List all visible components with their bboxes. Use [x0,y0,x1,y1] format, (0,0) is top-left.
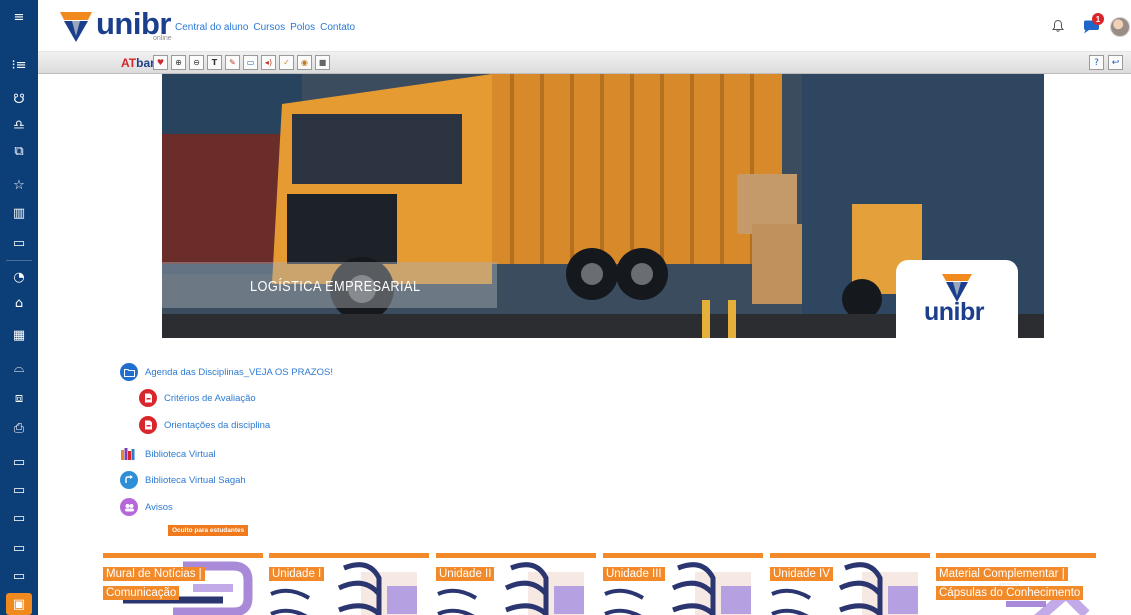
tile-label: Unidade I [269,564,325,583]
top-navigation: Central do aluno Cursos Polos Contato [175,22,355,33]
nav-polos[interactable]: Polos [290,22,315,33]
atbar-logo: ATbar [121,56,155,70]
users-icon[interactable]: ☋ [0,86,38,112]
bell-icon[interactable] [1051,19,1065,33]
folder-icon[interactable]: ▭ [0,505,38,531]
app-window: ≡ ⁝≡ ☋ ♎ ⧉ ☆ ▥ ▭ ◔ ⌂ ▦ ⌓ ⧈ ⎙ ▭ ▭ ▭ ▭ ▭ ▣… [0,0,1131,615]
top-bar: unibr online Central do aluno Cursos Pol… [38,0,1131,52]
list-item-biblioteca-virtual[interactable]: Biblioteca Virtual [120,445,216,463]
layers-icon[interactable]: ⧉ [0,138,38,164]
hidden-from-students-badge: Oculto para estudantes [168,525,249,536]
tile-label: Unidade II [436,564,495,583]
folder-icon[interactable]: ▭ [0,535,38,561]
list-item-biblioteca-sagah[interactable]: Biblioteca Virtual Sagah [120,471,246,489]
list-item-agenda[interactable]: Agenda das Disciplinas_VEJA OS PRAZOS! [120,363,333,381]
pdf-icon [139,389,157,407]
books-icon[interactable]: ⧈ [0,385,38,411]
tile-unidade-4[interactable]: Unidade IV [770,553,930,615]
list-icon[interactable]: ⁝≡ [0,52,38,78]
star-icon[interactable]: ☆ [0,172,38,198]
tile-mural-de-noticias[interactable]: Mural de Notícias | Comunicação [103,553,263,615]
tile-unidade-2[interactable]: Unidade II [436,553,596,615]
menu-icon[interactable]: ≡ [0,4,38,30]
tile-unidade-3[interactable]: Unidade III [603,553,763,615]
books-icon [120,445,138,463]
list-item-criterios[interactable]: Critérios de Avaliação [139,389,256,407]
forum-icon [120,498,138,516]
folder-icon[interactable]: ▭ [0,563,38,589]
folder-icon [120,363,138,381]
help-icon[interactable]: ? [1089,55,1104,70]
sidebar-divider [6,260,32,261]
home-icon[interactable]: ⌂ [0,290,38,316]
book-icon[interactable]: ▥ [0,200,38,226]
banner-title: LOGÍSTICA EMPRESARIAL [250,278,421,295]
unibr-emblem-icon [60,12,92,42]
people-icon[interactable]: ♎ [0,112,38,138]
speech-icon[interactable]: ◂) [261,55,276,70]
list-item-label[interactable]: Critérios de Avaliação [164,393,256,404]
banner-logo-wordmark: unibr [924,298,985,326]
tile-unidade-1[interactable]: Unidade I [269,553,429,615]
list-item-label[interactable]: Biblioteca Virtual Sagah [145,475,246,486]
chat-badge: 1 [1092,13,1104,25]
left-sidebar: ≡ ⁝≡ ☋ ♎ ⧉ ☆ ▥ ▭ ◔ ⌂ ▦ ⌓ ⧈ ⎙ ▭ ▭ ▭ ▭ ▭ ▣ [0,0,38,615]
list-item-orientacoes[interactable]: Orientações da disciplina [139,416,270,434]
tile-label: Mural de Notícias | Comunicação [103,564,258,602]
accessibility-toolbar: ATbar ♥ ⊕ ⊖ T ✎ ▭ ◂) ✓ ◉ ■ ? ↩ [38,52,1131,74]
logo-subtitle: online [153,35,172,42]
font-icon[interactable]: T [207,55,222,70]
folder-icon[interactable]: ▭ [0,230,38,256]
list-item-label[interactable]: Orientações da disciplina [164,420,270,431]
list-item-label[interactable]: Biblioteca Virtual [145,449,216,460]
site-logo[interactable]: unibr online [58,6,178,46]
graduation-icon[interactable]: ⌓ [0,355,38,381]
list-item-avisos[interactable]: Avisos [120,498,173,516]
dashboard-icon[interactable]: ◔ [0,264,38,290]
clipboard-icon[interactable]: ⎙ [0,415,38,441]
dictionary-icon[interactable]: ▭ [243,55,258,70]
nav-cursos[interactable]: Cursos [253,22,285,33]
lock-icon[interactable]: ▣ [6,593,32,615]
tile-label: Unidade IV [770,564,833,583]
nav-central-do-aluno[interactable]: Central do aluno [175,22,248,33]
exit-icon[interactable]: ↩ [1108,55,1123,70]
tile-material-complementar[interactable]: Material Complementar | Cápsulas do Conh… [936,553,1096,615]
pdf-icon [139,416,157,434]
calendar-icon[interactable]: ▦ [0,322,38,348]
list-item-label[interactable]: Avisos [145,502,173,513]
zoom-out-icon[interactable]: ⊖ [189,55,204,70]
folder-icon[interactable]: ▭ [0,477,38,503]
nav-contato[interactable]: Contato [320,22,355,33]
spellcheck-icon[interactable]: ✓ [279,55,294,70]
folder-icon[interactable]: ▭ [0,449,38,475]
course-banner: LOGÍSTICA EMPRESARIAL unibr [162,74,1044,338]
tile-label: Unidade III [603,564,665,583]
zoom-in-icon[interactable]: ⊕ [171,55,186,70]
tile-label: Material Complementar | Cápsulas do Conh… [936,564,1091,602]
user-avatar[interactable] [1110,17,1130,37]
heart-icon[interactable]: ♥ [153,55,168,70]
color-icon[interactable]: ◉ [297,55,312,70]
reset-icon[interactable]: ■ [315,55,330,70]
list-item-label[interactable]: Agenda das Disciplinas_VEJA OS PRAZOS! [145,367,333,378]
paint-icon[interactable]: ✎ [225,55,240,70]
external-link-icon [120,471,138,489]
